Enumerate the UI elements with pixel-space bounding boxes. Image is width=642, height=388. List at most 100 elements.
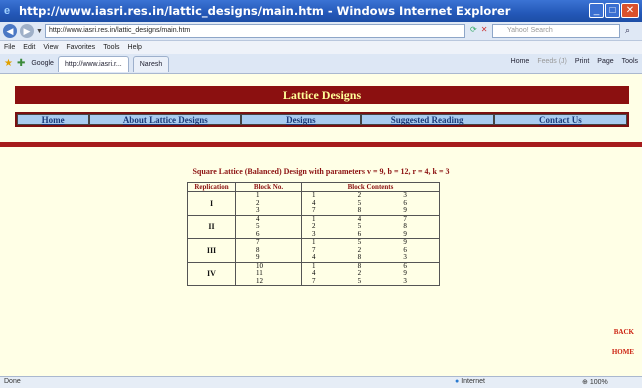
search-icon[interactable]: ⌕ bbox=[625, 25, 630, 36]
history-dropdown-icon[interactable]: ▼ bbox=[36, 28, 43, 35]
block-number: 9 bbox=[256, 253, 260, 261]
status-bar: Done ● Internet ⊕ 100% bbox=[0, 376, 642, 388]
menu-favorites[interactable]: Favorites bbox=[66, 44, 95, 51]
nav-contact[interactable]: Contact Us bbox=[493, 114, 627, 125]
cell: 3 bbox=[403, 276, 407, 285]
cell: 4 bbox=[312, 269, 316, 277]
replication-label: IV bbox=[187, 261, 236, 286]
cell: 6 bbox=[403, 245, 407, 254]
address-actions: ⟳ ✕ bbox=[470, 25, 487, 34]
block-contents: 1 8 6 4 2 9 7 5 3 bbox=[301, 261, 440, 286]
design-heading: Square Lattice (Balanced) Design with pa… bbox=[192, 167, 450, 176]
menu-view[interactable]: View bbox=[43, 44, 58, 51]
block-numbers: 4 5 6 bbox=[235, 214, 302, 239]
address-input[interactable]: http://www.iasri.res.in/lattic_designs/m… bbox=[45, 24, 465, 38]
block-number: 5 bbox=[256, 222, 260, 230]
site-nav: Home About Lattice Designs Designs Sugge… bbox=[15, 112, 629, 127]
cell: 5 bbox=[357, 238, 362, 246]
header-block-no: Block No. bbox=[235, 182, 302, 192]
block-numbers: 7 8 9 bbox=[235, 238, 302, 263]
cell: 8 bbox=[357, 253, 362, 261]
block-numbers: 1 2 3 bbox=[235, 191, 302, 216]
block-number: 7 bbox=[256, 238, 260, 246]
close-button[interactable]: ✕ bbox=[621, 3, 639, 18]
tools-command[interactable]: Tools bbox=[622, 58, 638, 65]
cell: 9 bbox=[403, 269, 407, 277]
cell: 4 bbox=[312, 198, 316, 207]
cell: 3 bbox=[312, 229, 316, 238]
tab-row: ★ ✚ Google http://www.iasri.r... Naresh … bbox=[0, 54, 642, 74]
table-row: IV 10 11 12 1 8 6 4 2 9 7 5 3 bbox=[187, 261, 440, 286]
cell: 9 bbox=[403, 206, 407, 214]
header-block-contents: Block Contents bbox=[301, 182, 440, 192]
nav-suggested-reading[interactable]: Suggested Reading bbox=[360, 114, 494, 125]
back-button[interactable]: ◀ bbox=[3, 24, 17, 38]
cell: 8 bbox=[357, 206, 362, 214]
block-number: 2 bbox=[256, 198, 260, 207]
search-input[interactable]: Yahoo! Search bbox=[492, 24, 620, 38]
tab-naresh[interactable]: Naresh bbox=[132, 55, 170, 72]
tab-iasri[interactable]: http://www.iasri.r... bbox=[57, 55, 129, 72]
cell: 1 bbox=[312, 261, 316, 270]
menu-edit[interactable]: Edit bbox=[23, 44, 35, 51]
table-row: II 4 5 6 1 4 7 2 5 8 3 6 9 bbox=[187, 214, 440, 239]
menu-tools[interactable]: Tools bbox=[103, 44, 119, 51]
cell: 2 bbox=[357, 191, 362, 199]
cell: 9 bbox=[403, 238, 407, 246]
minimize-button[interactable]: _ bbox=[589, 3, 604, 18]
header-replication: Replication bbox=[187, 182, 236, 192]
cell: 7 bbox=[312, 245, 316, 254]
zoom-control[interactable]: ⊕ 100% bbox=[582, 378, 608, 386]
add-favorites-icon[interactable]: ✚ bbox=[17, 58, 25, 69]
address-row: ◀ ▶ ▼ http://www.iasri.res.in/lattic_des… bbox=[0, 22, 642, 41]
stop-icon[interactable]: ✕ bbox=[481, 25, 488, 34]
cell: 4 bbox=[357, 214, 362, 223]
page-command[interactable]: Page bbox=[597, 58, 613, 65]
block-number: 4 bbox=[256, 214, 260, 223]
nav-about[interactable]: About Lattice Designs bbox=[89, 114, 242, 125]
block-contents: 1 5 9 7 2 6 4 8 3 bbox=[301, 238, 440, 263]
print-command[interactable]: Print bbox=[575, 58, 589, 65]
google-toolbar[interactable]: Google bbox=[31, 60, 54, 67]
command-bar: Home Feeds (J) Print Page Tools bbox=[511, 58, 638, 65]
menu-file[interactable]: File bbox=[4, 44, 15, 51]
menu-help[interactable]: Help bbox=[128, 44, 142, 51]
back-link[interactable]: BACK bbox=[614, 328, 634, 336]
favorites-star-icon[interactable]: ★ bbox=[4, 58, 13, 69]
cell: 4 bbox=[312, 253, 316, 261]
cell: 9 bbox=[403, 229, 407, 238]
block-number: 8 bbox=[256, 245, 260, 254]
window-controls: _ □ ✕ bbox=[589, 3, 639, 18]
replication-label: I bbox=[187, 191, 236, 216]
block-number: 3 bbox=[256, 206, 260, 214]
block-number: 12 bbox=[256, 276, 263, 285]
replication-label: II bbox=[187, 214, 236, 239]
page-content: Lattice Designs Home About Lattice Desig… bbox=[0, 74, 642, 376]
cell: 7 bbox=[403, 214, 407, 223]
nav-designs[interactable]: Designs bbox=[241, 114, 361, 125]
page-banner: Lattice Designs bbox=[15, 86, 629, 104]
title-bar: e http://www.iasri.res.in/lattic_designs… bbox=[0, 0, 642, 22]
zoom-level: 100% bbox=[589, 379, 608, 386]
zone-label: Internet bbox=[461, 378, 485, 385]
cell: 5 bbox=[357, 198, 362, 207]
cell: 5 bbox=[357, 222, 362, 230]
home-link[interactable]: HOME bbox=[612, 348, 634, 356]
cell: 1 bbox=[312, 238, 316, 246]
refresh-icon[interactable]: ⟳ bbox=[470, 25, 477, 34]
nav-home[interactable]: Home bbox=[17, 114, 90, 125]
cell: 6 bbox=[403, 261, 407, 270]
replication-label: III bbox=[187, 238, 236, 263]
design-table: Replication Block No. Block Contents I 1… bbox=[187, 182, 440, 286]
maximize-button[interactable]: □ bbox=[605, 3, 620, 18]
cell: 6 bbox=[357, 229, 362, 238]
home-command[interactable]: Home bbox=[511, 58, 530, 65]
block-contents: 1 4 7 2 5 8 3 6 9 bbox=[301, 214, 440, 239]
feeds-command[interactable]: Feeds (J) bbox=[537, 58, 567, 65]
table-row: III 7 8 9 1 5 9 7 2 6 4 8 3 bbox=[187, 238, 440, 263]
globe-icon: ● bbox=[455, 378, 460, 385]
status-text: Done bbox=[4, 378, 21, 385]
forward-button[interactable]: ▶ bbox=[20, 24, 34, 38]
cell: 3 bbox=[403, 191, 407, 199]
cell: 2 bbox=[357, 245, 362, 254]
